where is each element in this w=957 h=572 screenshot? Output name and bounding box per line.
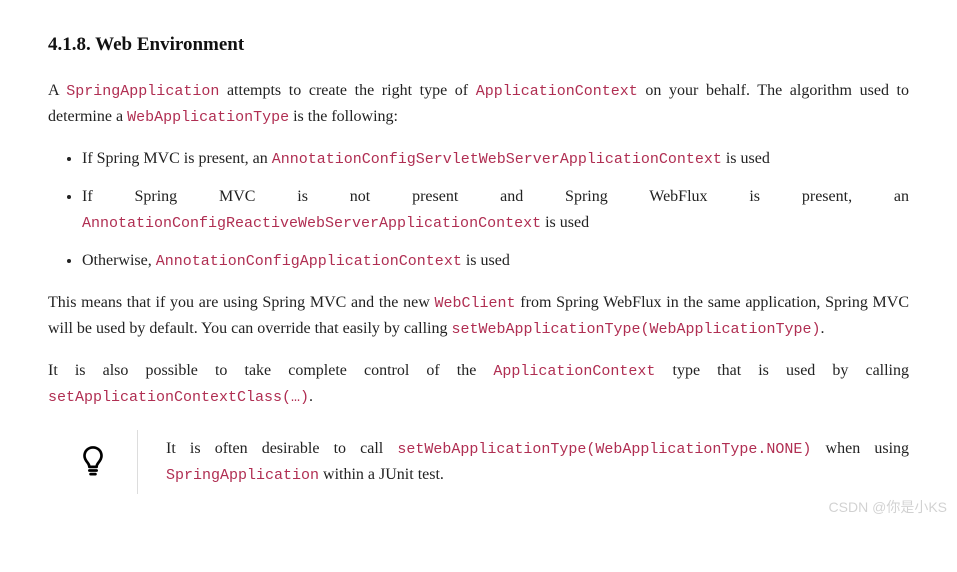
text: when using [811,440,909,457]
text: within a JUnit test. [319,466,444,483]
section-heading: 4.1.8. Web Environment [48,30,909,60]
code-setwebapptype-none: setWebApplicationType(WebApplicationType… [397,441,811,458]
text: A [48,82,66,99]
code-applicationcontext: ApplicationContext [476,83,638,100]
tip-box: It is often desirable to call setWebAppl… [48,430,909,494]
text: If Spring MVC is not present and Spring … [82,188,909,205]
code-reactive-context: AnnotationConfigReactiveWebServerApplica… [82,215,541,232]
list-item: If Spring MVC is present, an AnnotationC… [82,146,909,172]
text: It is also possible to take complete con… [48,362,493,379]
paragraph-intro: A SpringApplication attempts to create t… [48,78,909,130]
text: This means that if you are using Spring … [48,294,435,311]
list-item: Otherwise, AnnotationConfigApplicationCo… [82,248,909,274]
watermark: CSDN @你是小KS [829,496,947,518]
text: type that is used by calling [655,362,909,379]
code-servlet-context: AnnotationConfigServletWebServerApplicat… [272,151,722,168]
list-item: If Spring MVC is not present and Spring … [82,184,909,236]
code-applicationcontext: ApplicationContext [493,363,655,380]
text: If Spring MVC is present, an [82,150,272,167]
text: . [821,320,825,337]
code-annotation-context: AnnotationConfigApplicationContext [156,253,462,270]
text: is used [722,150,770,167]
tip-icon-cell [48,430,138,494]
algorithm-list: If Spring MVC is present, an AnnotationC… [48,146,909,274]
text: is used [462,252,510,269]
text: is the following: [289,108,398,125]
text: Otherwise, [82,252,156,269]
tip-content: It is often desirable to call setWebAppl… [138,430,909,494]
code-webapplicationtype: WebApplicationType [127,109,289,126]
paragraph-control: It is also possible to take complete con… [48,358,909,410]
code-springapplication: SpringApplication [166,467,319,484]
code-setwebapptype: setWebApplicationType(WebApplicationType… [451,321,820,338]
text: . [309,388,313,405]
lightbulb-icon [78,445,108,479]
text: is used [541,214,589,231]
text: It is often desirable to call [166,440,397,457]
code-webclient: WebClient [435,295,516,312]
code-springapplication: SpringApplication [66,83,219,100]
text: attempts to create the right type of [219,82,475,99]
code-setappcontextclass: setApplicationContextClass(…) [48,389,309,406]
paragraph-webclient: This means that if you are using Spring … [48,290,909,342]
